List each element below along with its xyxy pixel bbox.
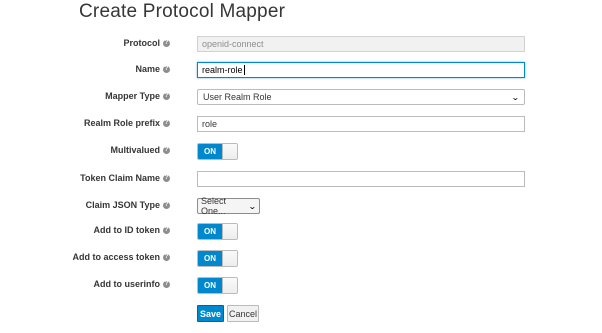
text-caret — [243, 65, 245, 75]
mapper-type-label-wrap: Mapper Type ? — [105, 91, 170, 101]
protocol-label-wrap: Protocol ? — [123, 38, 170, 48]
token-claim-name-input[interactable] — [197, 171, 525, 187]
add-to-id-token-toggle[interactable]: ON — [197, 223, 238, 240]
claim-json-type-row: Claim JSON Type ? Select One... ⌄ — [0, 196, 602, 216]
cancel-button[interactable]: Cancel — [227, 305, 259, 322]
help-icon[interactable]: ? — [163, 92, 170, 100]
form-actions: Save Cancel — [0, 305, 602, 323]
add-to-userinfo-toggle[interactable]: ON — [197, 277, 238, 294]
toggle-knob — [222, 278, 237, 293]
mapper-type-label: Mapper Type — [105, 91, 160, 101]
toggle-on-label: ON — [198, 251, 222, 266]
claim-json-type-label: Claim JSON Type — [85, 200, 160, 210]
help-icon[interactable]: ? — [163, 201, 170, 209]
mapper-type-select[interactable]: User Realm Role ⌄ — [197, 89, 525, 105]
name-row: Name ? realm-role — [0, 62, 602, 80]
name-value: realm-role — [202, 65, 243, 75]
realm-role-prefix-label-wrap: Realm Role prefix ? — [84, 118, 170, 128]
help-icon[interactable]: ? — [163, 280, 170, 288]
claim-json-type-label-wrap: Claim JSON Type ? — [86, 200, 170, 210]
chevron-down-icon: ⌄ — [248, 201, 258, 211]
realm-role-prefix-row: Realm Role prefix ? role — [0, 116, 602, 134]
save-button[interactable]: Save — [197, 305, 224, 322]
toggle-knob — [222, 224, 237, 239]
toggle-on-label: ON — [198, 144, 222, 159]
name-label-wrap: Name ? — [135, 64, 170, 74]
protocol-field: openid-connect — [197, 36, 525, 52]
multivalued-toggle[interactable]: ON — [197, 143, 238, 160]
help-icon[interactable]: ? — [163, 119, 170, 127]
token-claim-name-label: Token Claim Name — [80, 173, 160, 183]
protocol-row: Protocol ? openid-connect — [0, 36, 602, 54]
help-icon[interactable]: ? — [163, 146, 170, 154]
multivalued-label: Multivalued — [110, 145, 160, 155]
protocol-label: Protocol — [123, 38, 160, 48]
multivalued-label-wrap: Multivalued ? — [110, 145, 170, 155]
help-icon[interactable]: ? — [163, 65, 170, 73]
add-to-access-token-toggle[interactable]: ON — [197, 250, 238, 267]
help-icon[interactable]: ? — [163, 39, 170, 47]
page-title: Create Protocol Mapper — [79, 1, 286, 22]
add-to-id-token-row: Add to ID token ? ON — [0, 223, 602, 241]
help-icon[interactable]: ? — [163, 174, 170, 182]
add-to-userinfo-label: Add to userinfo — [93, 279, 161, 289]
toggle-on-label: ON — [198, 278, 222, 293]
help-icon[interactable]: ? — [163, 226, 170, 234]
toggle-knob — [222, 144, 237, 159]
toggle-knob — [222, 251, 237, 266]
add-to-access-token-row: Add to access token ? ON — [0, 250, 602, 268]
mapper-type-row: Mapper Type ? User Realm Role ⌄ — [0, 89, 602, 107]
mapper-type-value: User Realm Role — [203, 92, 272, 102]
claim-json-type-select[interactable]: Select One... ⌄ — [197, 196, 260, 216]
help-icon[interactable]: ? — [163, 253, 170, 261]
chevron-down-icon: ⌄ — [511, 92, 521, 102]
token-claim-name-label-wrap: Token Claim Name ? — [80, 173, 170, 183]
add-to-userinfo-label-wrap: Add to userinfo ? — [93, 279, 170, 289]
realm-role-prefix-input[interactable]: role — [197, 116, 525, 132]
add-to-id-token-label-wrap: Add to ID token ? — [93, 225, 170, 235]
protocol-value: openid-connect — [202, 39, 264, 49]
add-to-access-token-label-wrap: Add to access token ? — [72, 252, 170, 262]
realm-role-prefix-value: role — [202, 119, 218, 129]
add-to-userinfo-row: Add to userinfo ? ON — [0, 277, 602, 295]
name-input[interactable]: realm-role — [197, 62, 525, 78]
add-to-access-token-label: Add to access token — [72, 252, 160, 262]
multivalued-row: Multivalued ? ON — [0, 143, 602, 161]
token-claim-name-row: Token Claim Name ? — [0, 171, 602, 189]
add-to-id-token-label: Add to ID token — [93, 225, 161, 235]
name-label: Name — [135, 64, 160, 74]
realm-role-prefix-label: Realm Role prefix — [83, 118, 160, 128]
toggle-on-label: ON — [198, 224, 222, 239]
claim-json-type-value: Select One... — [201, 196, 227, 216]
